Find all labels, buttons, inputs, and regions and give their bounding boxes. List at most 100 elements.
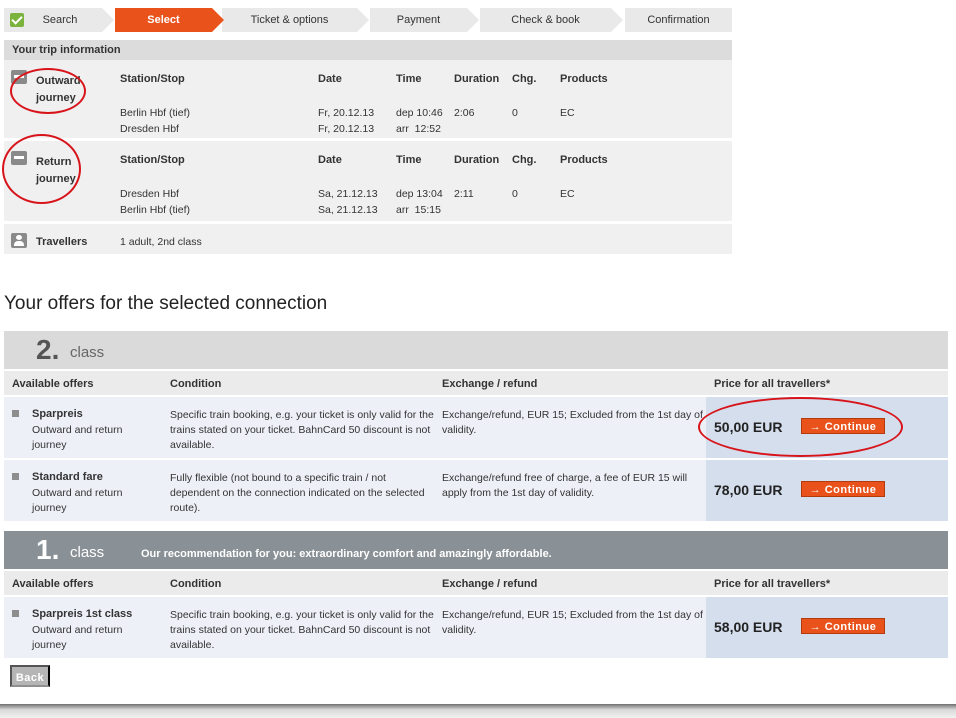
col-price: Price for all travellers* xyxy=(714,578,831,590)
offer-column-headers: Available offers Condition Exchange / re… xyxy=(4,371,948,395)
return-journey-block: Return journey Station/Stop Date Time Du… xyxy=(4,141,732,224)
step-ticket-options: Ticket & options xyxy=(222,8,369,32)
col-date: Date xyxy=(318,154,342,166)
duration: 2:11 xyxy=(454,188,474,200)
offer-row-sparpreis-1st-class: Sparpreis 1st class Outward and return j… xyxy=(4,597,948,658)
date: Fr, 20.12.13 xyxy=(318,123,375,135)
time: dep 10:46 xyxy=(396,107,443,119)
changes: 0 xyxy=(512,107,518,119)
col-duration: Duration xyxy=(454,154,500,166)
person-icon xyxy=(11,233,27,248)
col-time: Time xyxy=(396,73,422,85)
annotation-circle xyxy=(10,68,86,114)
offer-exchange: Exchange/refund free of charge, a fee of… xyxy=(442,472,688,499)
offer-column-headers: Available offers Condition Exchange / re… xyxy=(4,571,948,595)
date: Fr, 20.12.13 xyxy=(318,107,375,119)
time: arr 12:52 xyxy=(396,123,441,135)
class-number: 1. xyxy=(36,534,60,565)
trip-information: Your trip information Outward journey St… xyxy=(4,40,732,257)
offer-condition: Fully flexible (not bound to a specific … xyxy=(170,472,425,514)
offer-price: 78,00 EUR xyxy=(714,482,783,498)
offer-condition: Specific train booking, e.g. your ticket… xyxy=(170,609,434,651)
step-arrow xyxy=(212,8,224,32)
offer-sub: Outward and return journey xyxy=(32,624,123,651)
progress-steps: Search Select Ticket & options Payment C… xyxy=(4,8,732,32)
offer-sub: Outward and return journey xyxy=(32,487,123,514)
date: Sa, 21.12.13 xyxy=(318,204,378,216)
col-condition: Condition xyxy=(170,378,222,390)
travellers-block: Travellers 1 adult, 2nd class xyxy=(4,224,732,257)
step-check-book: Check & book xyxy=(480,8,623,32)
travellers-title: Travellers xyxy=(36,236,88,248)
step-arrow xyxy=(467,8,479,32)
step-label: Ticket & options xyxy=(250,14,329,26)
offer-name: Sparpreis 1st class xyxy=(32,608,133,620)
duration: 2:06 xyxy=(454,107,475,119)
offer-exchange: Exchange/refund, EUR 15; Excluded from t… xyxy=(442,609,703,636)
class-recommendation: Our recommendation for you: extraordinar… xyxy=(141,548,552,560)
first-class-bar: 1. class Our recommendation for you: ext… xyxy=(4,531,948,569)
offers-title: Your offers for the selected connection xyxy=(4,293,328,314)
station: Dresden Hbf xyxy=(120,123,179,135)
col-date: Date xyxy=(318,73,342,85)
col-products: Products xyxy=(560,73,608,85)
step-label: Select xyxy=(147,14,180,26)
step-search[interactable]: Search xyxy=(4,8,114,32)
step-arrow xyxy=(102,8,114,32)
date: Sa, 21.12.13 xyxy=(318,188,378,200)
col-exchange-refund: Exchange / refund xyxy=(442,578,538,590)
col-station: Station/Stop xyxy=(120,73,185,85)
products: EC xyxy=(560,188,575,200)
col-available-offers: Available offers xyxy=(12,578,94,590)
step-label: Search xyxy=(42,14,78,26)
annotation-circle xyxy=(2,134,81,204)
col-price: Price for all travellers* xyxy=(714,378,831,390)
class-word: class xyxy=(70,344,105,361)
products: EC xyxy=(560,107,575,119)
annotation-circle xyxy=(698,397,903,457)
col-station: Station/Stop xyxy=(120,154,185,166)
station: Berlin Hbf (tief) xyxy=(120,204,191,216)
bullet-icon xyxy=(12,473,19,480)
bullet-icon xyxy=(12,610,19,617)
col-changes: Chg. xyxy=(512,154,537,166)
col-products: Products xyxy=(560,154,608,166)
col-time: Time xyxy=(396,154,422,166)
step-select: Select xyxy=(115,8,224,32)
back-button[interactable]: Back xyxy=(10,665,50,687)
offer-row-standard-fare: Standard fare Outward and return journey… xyxy=(4,460,948,521)
step-arrow xyxy=(357,8,369,32)
step-label: Check & book xyxy=(511,14,580,26)
step-label: Payment xyxy=(396,14,441,26)
changes: 0 xyxy=(512,188,518,200)
col-condition: Condition xyxy=(170,578,222,590)
step-label: Confirmation xyxy=(647,14,710,26)
col-duration: Duration xyxy=(454,73,500,85)
offer-name: Sparpreis xyxy=(32,408,83,420)
offer-name: Standard fare xyxy=(32,471,103,483)
step-arrow xyxy=(611,8,623,32)
class-number: 2. xyxy=(36,334,60,365)
offer-sub: Outward and return journey xyxy=(32,424,123,451)
step-confirmation: Confirmation xyxy=(625,8,732,32)
continue-button[interactable]: → Continue xyxy=(801,481,885,497)
class-word: class xyxy=(70,544,105,561)
offer-price: 58,00 EUR xyxy=(714,619,783,635)
step-payment: Payment xyxy=(370,8,479,32)
trip-heading: Your trip information xyxy=(4,40,732,60)
station: Dresden Hbf xyxy=(120,188,179,200)
outward-journey-block: Outward journey Station/Stop Date Time D… xyxy=(4,60,732,141)
time: arr 15:15 xyxy=(396,204,441,216)
second-class-bar: 2. class xyxy=(4,331,948,369)
offer-condition: Specific train booking, e.g. your ticket… xyxy=(170,409,434,451)
offer-exchange: Exchange/refund, EUR 15; Excluded from t… xyxy=(442,409,703,436)
continue-button[interactable]: → Continue xyxy=(801,618,885,634)
travellers-value: 1 adult, 2nd class xyxy=(120,236,202,248)
col-exchange-refund: Exchange / refund xyxy=(442,378,538,390)
col-changes: Chg. xyxy=(512,73,537,85)
station: Berlin Hbf (tief) xyxy=(120,107,191,119)
time: dep 13:04 xyxy=(396,188,443,200)
footer-divider xyxy=(0,704,956,718)
col-available-offers: Available offers xyxy=(12,378,94,390)
bullet-icon xyxy=(12,410,19,417)
